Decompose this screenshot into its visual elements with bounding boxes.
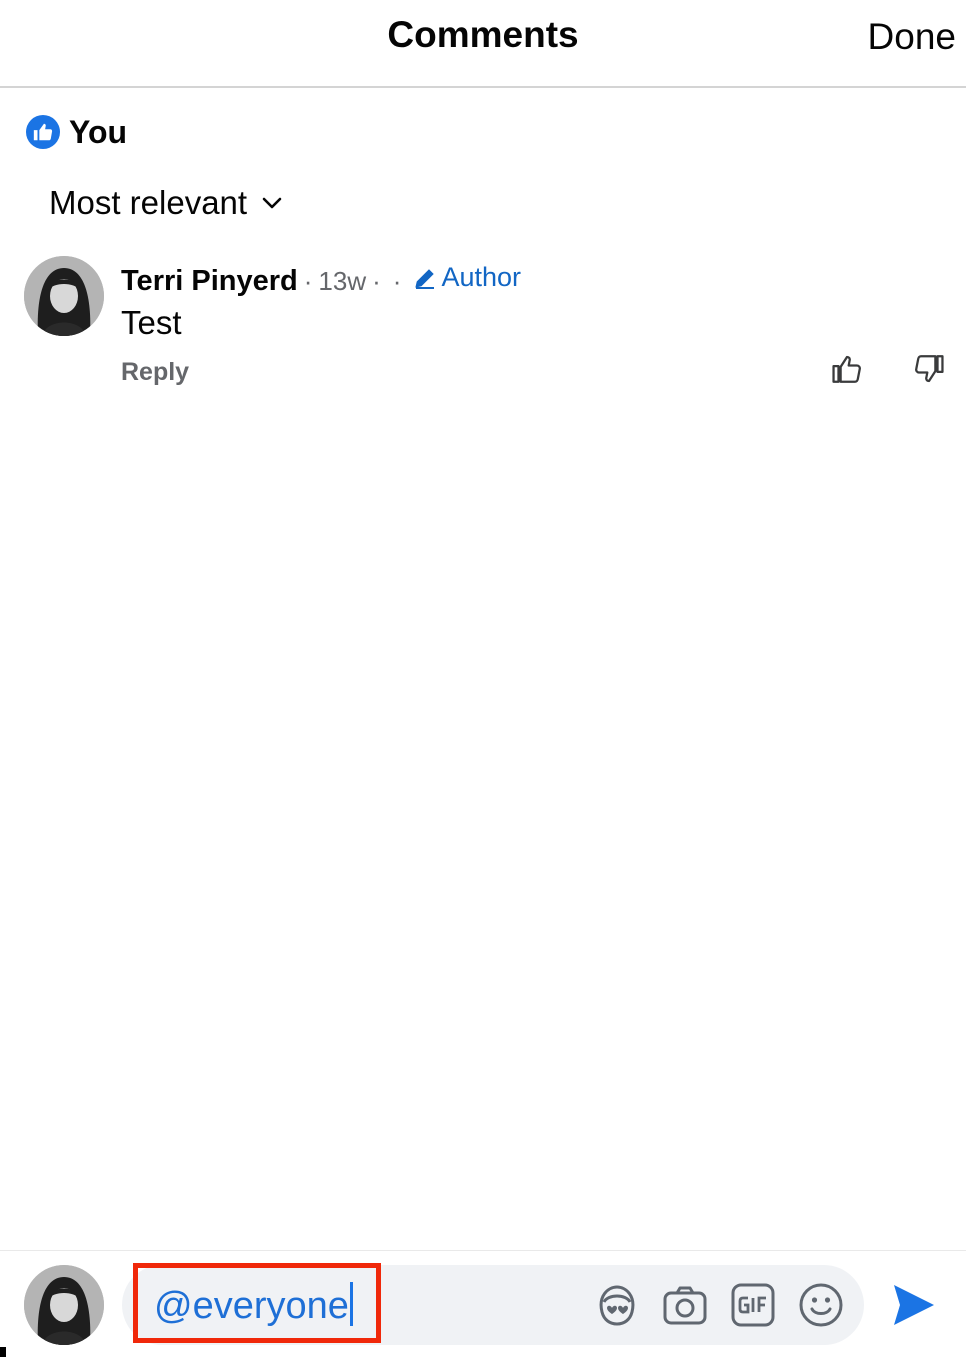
avatar-sticker-icon — [599, 1285, 635, 1326]
comment-item: Terri Pinyerd · 13w · · Author Test Repl… — [24, 256, 954, 396]
send-button[interactable] — [890, 1281, 938, 1334]
reaction-user-name: You — [69, 113, 128, 150]
page-title: Comments — [387, 14, 579, 55]
sort-dropdown[interactable]: Most relevant — [49, 184, 283, 222]
emoji-button[interactable] — [798, 1282, 844, 1333]
text-caret — [349, 1281, 353, 1326]
meta-separator: · — [372, 265, 381, 296]
author-badge: Author — [413, 262, 521, 293]
like-badge-icon — [26, 115, 60, 149]
camera-icon — [663, 1286, 707, 1325]
header-bar: Comments Done — [0, 0, 966, 88]
comment-meta: Terri Pinyerd · 13w · · Author — [121, 262, 521, 298]
camera-button[interactable] — [662, 1282, 708, 1333]
comment-text: Test — [121, 304, 182, 341]
comment-timestamp: 13w — [318, 265, 367, 296]
gif-button[interactable] — [730, 1282, 776, 1333]
meta-separator: · — [303, 265, 313, 296]
gif-icon — [731, 1283, 775, 1327]
thumbs-up-icon — [832, 355, 861, 383]
comment-input-value[interactable]: @everyone — [154, 1281, 353, 1328]
reactions-summary[interactable]: You — [26, 112, 127, 152]
send-icon — [894, 1285, 934, 1325]
avatar-sticker-button[interactable] — [594, 1282, 640, 1333]
comment-author-name[interactable]: Terri Pinyerd — [121, 265, 298, 298]
avatar[interactable] — [24, 256, 104, 336]
meta-separator: · — [392, 265, 402, 296]
comment-input[interactable]: @everyone — [122, 1263, 864, 1345]
emoji-icon — [799, 1283, 843, 1327]
done-button[interactable]: Done — [868, 16, 956, 58]
author-badge-label: Author — [441, 262, 522, 292]
downvote-button[interactable] — [912, 352, 946, 391]
pencil-icon — [415, 268, 435, 289]
chevron-down-icon — [261, 196, 283, 210]
avatar — [24, 1265, 104, 1345]
comment-composer: @everyone — [0, 1250, 966, 1357]
upvote-button[interactable] — [830, 352, 864, 391]
sort-label: Most relevant — [49, 184, 248, 221]
thumbs-down-icon — [915, 355, 944, 383]
reply-button[interactable]: Reply — [121, 358, 189, 387]
